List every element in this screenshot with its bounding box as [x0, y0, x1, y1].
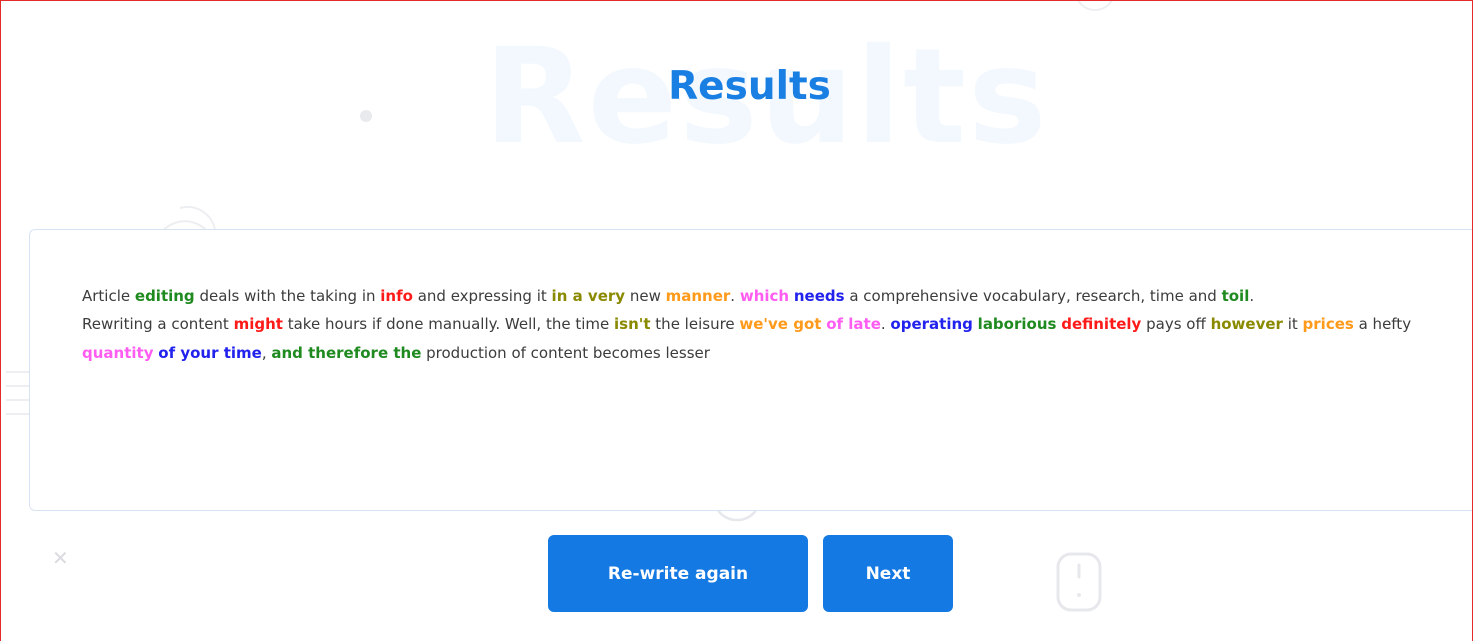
text-segment: take hours if done manually. Well, the t…: [282, 315, 615, 333]
next-button[interactable]: Next: [823, 535, 953, 612]
result-paragraph: Article editing deals with the taking in…: [82, 282, 1452, 311]
highlighted-word: toil: [1221, 287, 1250, 305]
text-segment: .: [1249, 287, 1255, 305]
highlighted-word: operating: [890, 315, 973, 333]
result-card: Article editing deals with the taking in…: [29, 229, 1473, 511]
close-icon: ✕: [52, 546, 69, 570]
mouse-icon: [1056, 552, 1102, 612]
rewrite-again-button[interactable]: Re-write again: [548, 535, 808, 612]
text-segment: deals with the taking in: [194, 287, 381, 305]
page-title: Results: [668, 64, 831, 109]
text-segment: .: [730, 287, 740, 305]
result-paragraph: Rewriting a content might take hours if …: [82, 310, 1452, 368]
text-segment: ,: [261, 344, 272, 362]
highlighted-word: of your time: [158, 344, 262, 362]
highlighted-word: and therefore the: [271, 344, 422, 362]
highlighted-word: quantity: [82, 344, 154, 362]
circle-decoration: [1077, 0, 1113, 11]
text-segment: a comprehensive vocabulary, research, ti…: [844, 287, 1222, 305]
result-text: Article editing deals with the taking in…: [82, 282, 1452, 368]
highlighted-word: which: [739, 287, 790, 305]
highlighted-word: manner: [665, 287, 731, 305]
highlighted-word: of late: [826, 315, 881, 333]
highlighted-word: prices: [1302, 315, 1354, 333]
text-segment: the leisure: [650, 315, 740, 333]
highlighted-word: info: [380, 287, 413, 305]
text-segment: pays off: [1141, 315, 1211, 333]
text-segment: new: [625, 287, 666, 305]
highlighted-word: editing: [134, 287, 195, 305]
text-segment: production of content becomes lesser: [421, 344, 710, 362]
highlighted-word: definitely: [1061, 315, 1142, 333]
dot-decoration: [360, 110, 372, 122]
text-segment: it: [1282, 315, 1303, 333]
highlighted-word: we've got: [739, 315, 822, 333]
text-segment: Article: [82, 287, 135, 305]
highlighted-word: in a very: [551, 287, 626, 305]
highlighted-word: laborious: [977, 315, 1057, 333]
text-segment: and expressing it: [412, 287, 552, 305]
highlighted-word: however: [1210, 315, 1283, 333]
text-segment: a hefty: [1353, 315, 1412, 333]
highlighted-word: needs: [793, 287, 845, 305]
text-segment: Rewriting a content: [82, 315, 234, 333]
highlighted-word: might: [233, 315, 283, 333]
text-segment: .: [880, 315, 891, 333]
highlighted-word: isn't: [614, 315, 651, 333]
